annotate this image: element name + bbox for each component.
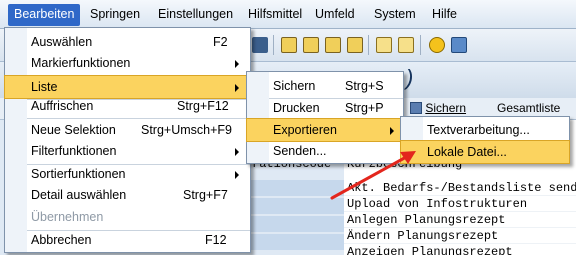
customize-icon[interactable] bbox=[451, 37, 467, 53]
menu-item-label: Detail auswählen bbox=[31, 188, 127, 202]
menu-item-shortcut: Strg+Umsch+F9 bbox=[141, 123, 233, 137]
menu-item-textverarbeitung[interactable]: Textverarbeitung... bbox=[401, 119, 569, 141]
list-row[interactable]: Anzeigen Planungsrezept bbox=[344, 244, 576, 255]
exportieren-submenu: Textverarbeitung... Lokale Datei... bbox=[400, 116, 570, 164]
menu-item-lokale-datei[interactable]: Lokale Datei... bbox=[400, 140, 570, 164]
menu-bar: Bearbeiten Springen Einstellungen Hilfsm… bbox=[0, 0, 576, 29]
menu-item-label: Markierfunktionen bbox=[31, 56, 131, 70]
menu-item-drucken[interactable]: Drucken Strg+P bbox=[247, 97, 403, 119]
menu-einstellungen[interactable]: Einstellungen bbox=[158, 7, 233, 21]
menu-item-auffrischen[interactable]: Auffrischen Strg+F12 bbox=[5, 95, 250, 117]
menu-item-shortcut: F12 bbox=[205, 233, 227, 247]
list-row[interactable]: Anlegen Planungsrezept bbox=[344, 212, 576, 228]
menu-bearbeiten[interactable]: Bearbeiten bbox=[8, 4, 81, 26]
menu-item-senden[interactable]: Senden... bbox=[247, 140, 403, 162]
submenu-arrow-icon bbox=[235, 84, 239, 92]
bearbeiten-dropdown: Auswählen F2 Markierfunktionen Liste Auf… bbox=[4, 27, 251, 253]
page-down-icon[interactable] bbox=[347, 37, 363, 53]
row-cell bbox=[250, 234, 344, 250]
list-rows: Akt. Bedarfs-/Bestandsliste senden Uploa… bbox=[344, 180, 576, 255]
menu-item-label: Lokale Datei... bbox=[427, 145, 507, 159]
menu-item-label: Neue Selektion bbox=[31, 123, 116, 137]
menu-springen[interactable]: Springen bbox=[90, 7, 140, 21]
menu-item-label: Auswählen bbox=[31, 35, 93, 49]
menu-umfeld[interactable]: Umfeld bbox=[315, 7, 355, 21]
menu-item-exportieren[interactable]: Exportieren bbox=[246, 118, 404, 142]
menu-item-shortcut: Strg+F7 bbox=[183, 188, 228, 202]
menu-item-label: Textverarbeitung... bbox=[427, 123, 530, 137]
page-up-icon[interactable] bbox=[325, 37, 341, 53]
toolbar-separator bbox=[368, 35, 369, 55]
list-row[interactable]: Upload von Infostrukturen bbox=[344, 196, 576, 212]
menu-system[interactable]: System bbox=[374, 7, 416, 21]
menu-item-abbrechen[interactable]: Abbrechen F12 bbox=[5, 229, 250, 251]
menu-item-detail-auswaehlen[interactable]: Detail auswählen Strg+F7 bbox=[5, 184, 250, 206]
toolbar-separator bbox=[420, 35, 421, 55]
menu-item-uebernehmen: Übernehmen bbox=[5, 206, 250, 228]
menu-hilfsmittel[interactable]: Hilfsmittel bbox=[248, 7, 302, 21]
menu-item-sichern[interactable]: Sichern Strg+S bbox=[247, 75, 403, 97]
submenu-arrow-icon bbox=[390, 127, 394, 135]
menu-item-label: Drucken bbox=[273, 101, 320, 115]
find-icon[interactable] bbox=[281, 37, 297, 53]
menu-item-neue-selektion[interactable]: Neue Selektion Strg+Umsch+F9 bbox=[5, 119, 250, 141]
title-fragment: ) bbox=[406, 65, 414, 90]
row-cell bbox=[250, 198, 344, 214]
menu-hilfe[interactable]: Hilfe bbox=[432, 7, 457, 21]
total-list-button[interactable]: Gesamtliste bbox=[497, 101, 560, 115]
menu-item-label: Sortierfunktionen bbox=[31, 167, 126, 181]
save-list-label: Sichern bbox=[425, 101, 467, 115]
save-icon bbox=[410, 102, 422, 114]
menu-item-label: Exportieren bbox=[273, 123, 337, 137]
menu-item-markierfunktionen[interactable]: Markierfunktionen bbox=[5, 52, 250, 74]
row-cell bbox=[250, 180, 344, 196]
find-next-icon[interactable] bbox=[303, 37, 319, 53]
help-icon[interactable] bbox=[429, 37, 445, 53]
submenu-arrow-icon bbox=[235, 171, 239, 179]
new-session-icon[interactable] bbox=[376, 37, 392, 53]
menu-item-shortcut: Strg+S bbox=[345, 79, 384, 93]
menu-item-label: Senden... bbox=[273, 144, 327, 158]
submenu-arrow-icon bbox=[235, 148, 239, 156]
shortcut-icon[interactable] bbox=[252, 37, 268, 53]
menu-item-label: Filterfunktionen bbox=[31, 144, 117, 158]
save-list-button[interactable]: Sichern bbox=[410, 101, 466, 115]
menu-item-sortierfunktionen[interactable]: Sortierfunktionen bbox=[5, 163, 250, 185]
menu-item-shortcut: Strg+P bbox=[345, 101, 384, 115]
menu-item-shortcut: F2 bbox=[213, 35, 228, 49]
shortcut-create-icon[interactable] bbox=[398, 37, 414, 53]
menu-item-label: Übernehmen bbox=[31, 210, 104, 224]
menu-item-label: Sichern bbox=[273, 79, 316, 93]
menu-item-shortcut: Strg+F12 bbox=[177, 99, 229, 113]
toolbar-separator bbox=[273, 35, 274, 55]
menu-item-auswaehlen[interactable]: Auswählen F2 bbox=[5, 31, 250, 53]
liste-submenu: Sichern Strg+S Drucken Strg+P Exportiere… bbox=[246, 71, 404, 164]
menu-item-filterfunktionen[interactable]: Filterfunktionen bbox=[5, 140, 250, 162]
menu-item-label: Abbrechen bbox=[31, 233, 92, 247]
list-row[interactable]: Ändern Planungsrezept bbox=[344, 228, 576, 244]
menu-item-label: Auffrischen bbox=[31, 99, 94, 113]
list-row[interactable]: Akt. Bedarfs-/Bestandsliste senden bbox=[344, 180, 576, 196]
submenu-arrow-icon bbox=[235, 60, 239, 68]
row-cell bbox=[250, 216, 344, 232]
